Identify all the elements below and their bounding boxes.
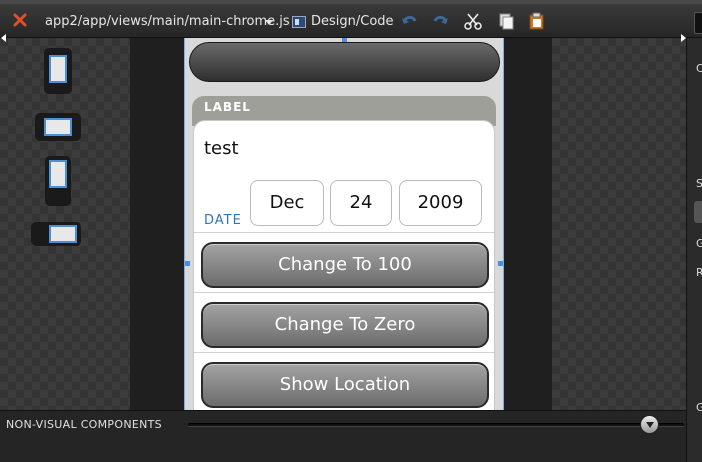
inspector-label: R [696,266,702,279]
device-tablet-landscape-icon[interactable] [31,222,81,246]
row-divider [194,292,494,293]
chevron-down-icon[interactable] [265,20,273,25]
design-view-icon[interactable] [292,16,306,28]
date-year-picker[interactable]: 2009 [399,180,482,226]
date-month-picker[interactable]: Dec [250,180,324,226]
inspector-input[interactable] [694,201,702,223]
inspector-label: G [696,401,702,414]
undo-icon[interactable] [400,12,418,30]
date-label: DATE [204,213,242,228]
zoom-slider-thumb[interactable] [639,415,659,434]
resize-handle-right[interactable] [498,261,503,266]
design-code-toggle[interactable]: Design/Code [311,14,394,29]
close-icon[interactable] [13,13,27,27]
redo-icon[interactable] [432,12,450,30]
show-location-button[interactable]: Show Location [201,362,489,408]
group-label: LABEL [204,100,251,114]
canvas-gutter-left [130,38,184,410]
non-visual-components-label: NON-VISUAL COMPONENTS [6,418,162,431]
scissors-icon[interactable] [464,12,482,30]
file-path-selector[interactable]: app2/app/views/main/main-chrome.js [45,14,290,29]
text-value[interactable]: test [204,138,239,159]
paste-icon[interactable] [528,12,546,30]
inspector-label: C [696,62,702,75]
header-bar[interactable] [189,42,500,82]
inspector-panel: C S G R G [686,38,702,462]
date-day-picker[interactable]: 24 [330,180,392,226]
device-tablet-portrait-icon[interactable] [45,156,71,206]
copy-icon[interactable] [497,12,515,30]
inspector-label: S [696,177,702,190]
resize-handle-left[interactable] [185,261,190,266]
row-divider [194,232,494,233]
canvas-gutter-right [504,38,552,410]
toolbar: app2/app/views/main/main-chrome.js Desig… [0,0,702,38]
device-phone-portrait-icon[interactable] [44,48,72,94]
panel-toggle-icon[interactable] [694,12,702,34]
phone-preview[interactable]: LABEL test DATE Dec 24 2009 Change To 10… [184,38,504,410]
collapse-left-icon[interactable] [1,34,6,42]
row-divider [194,352,494,353]
change-to-zero-button[interactable]: Change To Zero [201,302,489,348]
zoom-slider-track[interactable] [188,423,684,427]
change-to-100-button[interactable]: Change To 100 [201,242,489,288]
inspector-label: G [696,237,702,250]
device-phone-landscape-icon[interactable] [35,113,81,141]
